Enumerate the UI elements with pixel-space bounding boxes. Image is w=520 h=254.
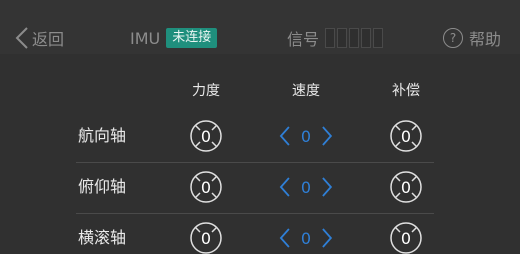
- speed-value: 0: [300, 126, 312, 146]
- help-icon: ?: [443, 28, 463, 48]
- dial-value: 0: [400, 126, 412, 146]
- row-label-pitch: 俯仰轴: [78, 177, 127, 196]
- back-button[interactable]: 返回: [14, 24, 64, 52]
- row-label-yaw: 航向轴: [78, 126, 127, 145]
- column-header-force: 力度: [192, 83, 220, 99]
- row-label-roll: 横滚轴: [78, 228, 127, 247]
- row-divider: [76, 213, 434, 214]
- roll-force-dial[interactable]: 0: [190, 222, 222, 254]
- signal-bars-icon: [325, 28, 384, 48]
- signal-label: 信号: [287, 30, 320, 49]
- decrease-icon[interactable]: [279, 125, 291, 147]
- dial-value: 0: [200, 177, 212, 197]
- imu-label: IMU: [130, 28, 161, 48]
- chevron-left-icon: [15, 27, 28, 49]
- speed-value: 0: [300, 177, 312, 197]
- help-button[interactable]: ? 帮助: [443, 24, 501, 52]
- yaw-speed-stepper[interactable]: 0: [279, 125, 333, 147]
- decrease-icon[interactable]: [279, 176, 291, 198]
- speed-value: 0: [300, 228, 312, 248]
- signal-indicator: 信号: [287, 24, 384, 52]
- help-label: 帮助: [469, 30, 502, 49]
- column-header-speed: 速度: [292, 83, 320, 99]
- row-divider: [76, 162, 434, 163]
- top-bar: 返回 IMU 未连接 信号 ? 帮助: [0, 0, 520, 54]
- imu-status: IMU 未连接: [130, 24, 218, 52]
- roll-compensation-dial[interactable]: 0: [390, 222, 422, 254]
- roll-speed-stepper[interactable]: 0: [279, 227, 333, 249]
- dial-value: 0: [400, 228, 412, 248]
- back-label: 返回: [32, 30, 65, 49]
- imu-status-badge: 未连接: [166, 28, 218, 48]
- dial-value: 0: [200, 228, 212, 248]
- pitch-force-dial[interactable]: 0: [190, 171, 222, 203]
- pitch-compensation-dial[interactable]: 0: [390, 171, 422, 203]
- dial-value: 0: [400, 177, 412, 197]
- increase-icon[interactable]: [321, 227, 333, 249]
- yaw-compensation-dial[interactable]: 0: [390, 120, 422, 152]
- decrease-icon[interactable]: [279, 227, 291, 249]
- increase-icon[interactable]: [321, 176, 333, 198]
- yaw-force-dial[interactable]: 0: [190, 120, 222, 152]
- pitch-speed-stepper[interactable]: 0: [279, 176, 333, 198]
- dial-value: 0: [200, 126, 212, 146]
- increase-icon[interactable]: [321, 125, 333, 147]
- column-header-compensation: 补偿: [392, 83, 420, 99]
